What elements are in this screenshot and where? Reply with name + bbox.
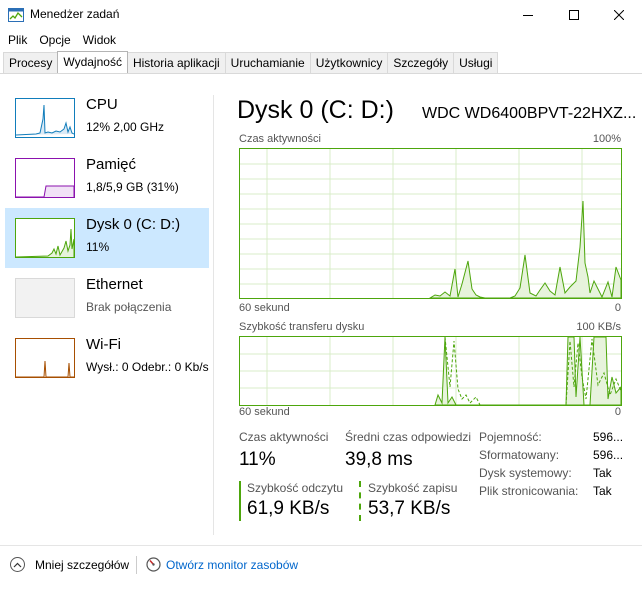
resource-item-disk[interactable]: Dysk 0 (C: D:) 11% [5,208,209,268]
disk-thumbnail-graph [15,218,75,258]
footer-separator [136,556,137,574]
active-time-chart-timespan: 60 sekund [239,302,290,314]
system-disk-label: Dysk systemowy: [479,466,572,480]
maximize-icon [569,10,579,20]
menu-bar: Plik Opcje Widok [0,30,642,50]
transfer-chart-timespan: 60 sekund [239,406,290,418]
resource-item-wifi[interactable]: Wi-Fi Wysł.: 0 Odebr.: 0 Kb/s [5,328,209,388]
active-time-label: Czas aktywności [239,430,329,444]
minimize-icon [523,15,533,16]
active-time-chart [239,148,622,299]
menu-options[interactable]: Opcje [33,30,76,50]
page-file-value: Tak [593,484,612,498]
memory-thumbnail-graph [15,158,75,198]
cpu-thumbnail-graph [15,98,75,138]
formatted-value: 596... [593,448,624,462]
resource-item-memory[interactable]: Pamięć 1,8/5,9 GB (31%) [5,148,209,208]
footer: Mniej szczegółów Otwórz monitor zasobów [0,548,642,582]
close-button[interactable] [596,0,642,30]
tab-performance[interactable]: Wydajność [57,51,128,73]
window-title: Menedżer zadań [30,7,120,21]
tab-app-history[interactable]: Historia aplikacji [126,52,226,73]
resource-name: CPU [86,96,118,113]
tab-users[interactable]: Użytkownicy [309,52,389,73]
read-speed-value: 61,9 KB/s [247,498,330,519]
resource-name: Ethernet [86,276,143,293]
page-file-label: Plik stronicowania: [479,484,579,498]
resource-name: Pamięć [86,156,137,173]
chevron-up-icon [10,557,25,572]
transfer-chart [239,336,622,406]
fewer-details-label: Mniej szczegółów [35,557,130,572]
minimize-button[interactable] [505,0,551,30]
read-speed-label: Szybkość odczytu [247,481,344,495]
resource-subtitle: 1,8/5,9 GB (31%) [86,180,179,194]
resource-item-ethernet[interactable]: Ethernet Brak połączenia [5,268,209,328]
system-disk-value: Tak [593,466,612,480]
open-resource-monitor-link[interactable]: Otwórz monitor zasobów [146,557,298,572]
formatted-label: Sformatowany: [479,448,560,462]
page-title: Dysk 0 (C: D:) [237,96,394,124]
tab-details[interactable]: Szczegóły [387,52,455,73]
write-speed-value: 53,7 KB/s [368,498,451,519]
active-time-chart-label: Czas aktywności [239,133,321,145]
resource-subtitle: 12% 2,00 GHz [86,120,165,134]
transfer-chart-max: 100 KB/s [576,321,621,333]
tab-services[interactable]: Usługi [453,52,499,73]
active-time-chart-max: 100% [592,133,621,145]
tab-strip: Procesy Wydajność Historia aplikacji Uru… [3,51,499,73]
ethernet-thumbnail-graph [15,278,75,318]
resource-list: CPU 12% 2,00 GHz Pamięć 1,8/5,9 GB (31%)… [0,74,213,534]
panel-divider [213,95,214,535]
task-manager-icon [8,8,24,22]
response-time-label: Średni czas odpowiedzi [345,430,472,444]
maximize-button[interactable] [551,0,597,30]
response-time-value: 39,8 ms [345,449,413,470]
resource-subtitle: 11% [86,240,110,254]
menu-file[interactable]: Plik [0,30,33,50]
active-time-chart-min: 0 [614,302,621,314]
close-icon [614,10,624,20]
transfer-chart-min: 0 [614,406,621,418]
menu-view[interactable]: Widok [77,30,122,50]
capacity-label: Pojemność: [479,430,542,444]
disk-model: WDC WD6400BPVT-22HXZ... [422,105,637,122]
transfer-chart-label: Szybkość transferu dysku [239,321,365,333]
fewer-details-button[interactable]: Mniej szczegółów [10,557,129,572]
title-bar: Menedżer zadań [0,0,642,30]
resource-name: Dysk 0 (C: D:) [86,216,181,233]
resource-monitor-icon [146,557,161,572]
open-resource-monitor-label: Otwórz monitor zasobów [166,557,299,572]
resource-subtitle: Wysł.: 0 Odebr.: 0 Kb/s [86,360,209,374]
resource-item-cpu[interactable]: CPU 12% 2,00 GHz [5,88,209,148]
active-time-value: 11% [239,449,276,470]
capacity-value: 596... [593,430,624,444]
write-speed-indicator [359,481,361,521]
tab-startup[interactable]: Uruchamianie [224,52,311,73]
read-speed-indicator [239,481,241,521]
resource-name: Wi-Fi [86,336,121,353]
footer-divider [0,545,642,546]
wifi-thumbnail-graph [15,338,75,378]
tab-processes[interactable]: Procesy [3,52,59,73]
write-speed-label: Szybkość zapisu [368,481,458,495]
resource-subtitle: Brak połączenia [86,300,172,314]
